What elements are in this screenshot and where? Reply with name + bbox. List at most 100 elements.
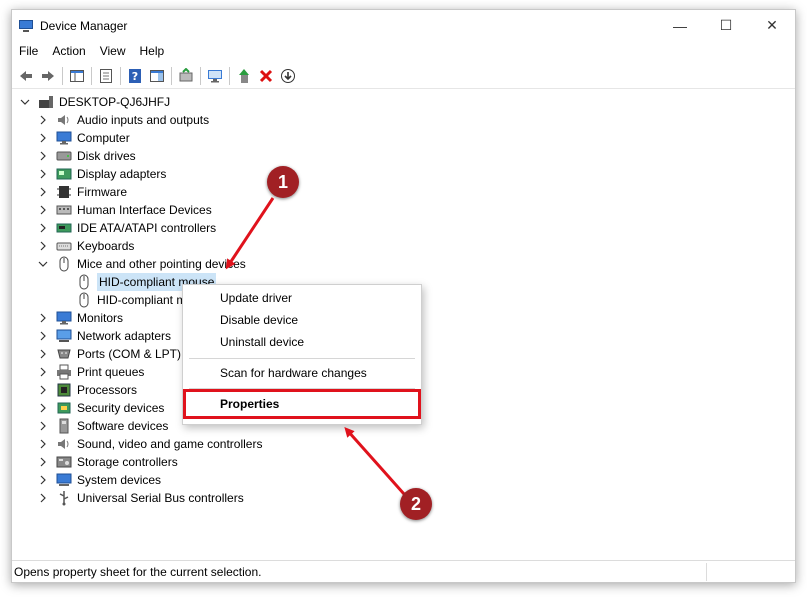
hid-icon (56, 202, 72, 218)
chevron-right-icon[interactable] (38, 187, 48, 197)
title-bar[interactable]: Device Manager — ☐ ✕ (12, 10, 795, 41)
tree-item-monitors[interactable]: Monitors (38, 309, 123, 327)
menu-help[interactable]: Help (133, 44, 172, 58)
maximize-button[interactable]: ☐ (703, 10, 749, 41)
chevron-right-icon[interactable] (38, 493, 48, 503)
tree-item-computer[interactable]: Computer (38, 129, 130, 147)
tree-item-label: Software devices (77, 419, 169, 433)
tree-item-network-adapters[interactable]: Network adapters (38, 327, 171, 345)
chevron-right-icon[interactable] (38, 133, 48, 143)
chevron-right-icon[interactable] (38, 223, 48, 233)
toolbar-separator (62, 66, 63, 85)
tree-item-disk-drives[interactable]: Disk drives (38, 147, 136, 165)
tree-item-label: Universal Serial Bus controllers (77, 491, 244, 505)
monitor-icon (56, 310, 72, 326)
device-manager-icon (18, 18, 34, 34)
tree-item-storage-controllers[interactable]: Storage controllers (38, 453, 178, 471)
tree-item-label: Network adapters (77, 329, 172, 343)
tree-item-keyboards[interactable]: Keyboards (38, 237, 134, 255)
menu-disable-device[interactable]: Disable device (183, 309, 421, 331)
tree-item-display-adapters[interactable]: Display adapters (38, 165, 166, 183)
speaker-icon (56, 112, 72, 128)
tree-item-print-queues[interactable]: Print queues (38, 363, 144, 381)
chevron-right-icon[interactable] (38, 457, 48, 467)
properties-icon[interactable] (95, 65, 117, 87)
display-adapter-icon (56, 166, 72, 182)
menu-uninstall-device[interactable]: Uninstall device (183, 331, 421, 353)
help-icon[interactable]: ? (124, 65, 146, 87)
tree-item-hid-mouse-2[interactable]: HID-compliant m (76, 291, 186, 309)
chevron-right-icon[interactable] (38, 439, 48, 449)
tree-item-ports-com-lpt[interactable]: Ports (COM & LPT) (38, 345, 181, 363)
download-driver-icon[interactable] (277, 65, 299, 87)
menu-separator (189, 358, 415, 359)
network-icon (56, 328, 72, 344)
tree-item-label: Human Interface Devices (77, 203, 212, 217)
tree-item-software-devices[interactable]: Software devices (38, 417, 168, 435)
tree-item-firmware[interactable]: Firmware (38, 183, 127, 201)
tree-item-human-interface-devices[interactable]: Human Interface Devices (38, 201, 212, 219)
tree-item-label: System devices (77, 473, 162, 487)
toolbar: ? (12, 63, 795, 89)
computer-icon (38, 94, 54, 110)
tree-item-label: HID-compliant m (97, 293, 187, 307)
tree-item-mice-and-other-pointing-devices[interactable]: Mice and other pointing devices (38, 255, 246, 273)
tree-item-label: Firmware (77, 185, 127, 199)
chevron-right-icon[interactable] (38, 115, 48, 125)
tree-item-label: IDE ATA/ATAPI controllers (77, 221, 217, 235)
chevron-right-icon[interactable] (38, 475, 48, 485)
tree-root-label: DESKTOP-QJ6JHFJ (59, 95, 171, 109)
chevron-right-icon[interactable] (38, 385, 48, 395)
tree-item-label: Storage controllers (77, 455, 178, 469)
mouse-icon (56, 256, 72, 272)
tree-item-system-devices[interactable]: System devices (38, 471, 161, 489)
menu-update-driver[interactable]: Update driver (183, 287, 421, 309)
close-button[interactable]: ✕ (749, 10, 795, 41)
tree-item-label: Ports (COM & LPT) (77, 347, 182, 361)
show-hide-console-tree-icon[interactable] (66, 65, 88, 87)
keyboard-icon (56, 238, 72, 254)
chevron-right-icon[interactable] (38, 367, 48, 377)
chevron-right-icon[interactable] (38, 331, 48, 341)
tree-item-label: Audio inputs and outputs (77, 113, 210, 127)
mouse-icon (76, 274, 92, 290)
tree-item-security-devices[interactable]: Security devices (38, 399, 164, 417)
chevron-down-icon[interactable] (38, 259, 48, 269)
tree-item-label: Keyboards (77, 239, 135, 253)
chevron-right-icon[interactable] (38, 421, 48, 431)
tree-item-universal-serial-bus-controllers[interactable]: Universal Serial Bus controllers (38, 489, 244, 507)
enable-device-icon[interactable] (233, 65, 255, 87)
chevron-right-icon[interactable] (38, 169, 48, 179)
sound-icon (56, 436, 72, 452)
action-pane-icon[interactable] (146, 65, 168, 87)
tree-item-label: Processors (77, 383, 138, 397)
tree-item-sound-video-and-game-controllers[interactable]: Sound, video and game controllers (38, 435, 262, 453)
uninstall-device-icon[interactable] (255, 65, 277, 87)
back-icon[interactable] (15, 65, 37, 87)
tree-item-ide-ata-atapi-controllers[interactable]: IDE ATA/ATAPI controllers (38, 219, 216, 237)
chevron-right-icon[interactable] (38, 151, 48, 161)
status-bar: Opens property sheet for the current sel… (12, 560, 795, 582)
tree-root[interactable]: DESKTOP-QJ6JHFJ (20, 93, 170, 111)
minimize-button[interactable]: — (657, 10, 703, 41)
port-icon (56, 346, 72, 362)
chevron-right-icon[interactable] (38, 205, 48, 215)
update-driver-icon[interactable] (175, 65, 197, 87)
chevron-right-icon[interactable] (38, 403, 48, 413)
scan-hardware-icon[interactable] (204, 65, 226, 87)
chevron-down-icon[interactable] (20, 97, 30, 107)
menu-view[interactable]: View (93, 44, 133, 58)
tree-item-audio-inputs-and-outputs[interactable]: Audio inputs and outputs (38, 111, 209, 129)
system-icon (56, 472, 72, 488)
tree-item-processors[interactable]: Processors (38, 381, 137, 399)
chevron-right-icon[interactable] (38, 349, 48, 359)
security-icon (56, 400, 72, 416)
chevron-right-icon[interactable] (38, 313, 48, 323)
forward-icon[interactable] (37, 65, 59, 87)
menu-scan-hardware[interactable]: Scan for hardware changes (183, 362, 421, 384)
menu-action[interactable]: Action (45, 44, 92, 58)
tree-item-label: Mice and other pointing devices (77, 257, 246, 271)
properties-highlight-box (183, 389, 421, 419)
menu-file[interactable]: File (12, 44, 45, 58)
chevron-right-icon[interactable] (38, 241, 48, 251)
